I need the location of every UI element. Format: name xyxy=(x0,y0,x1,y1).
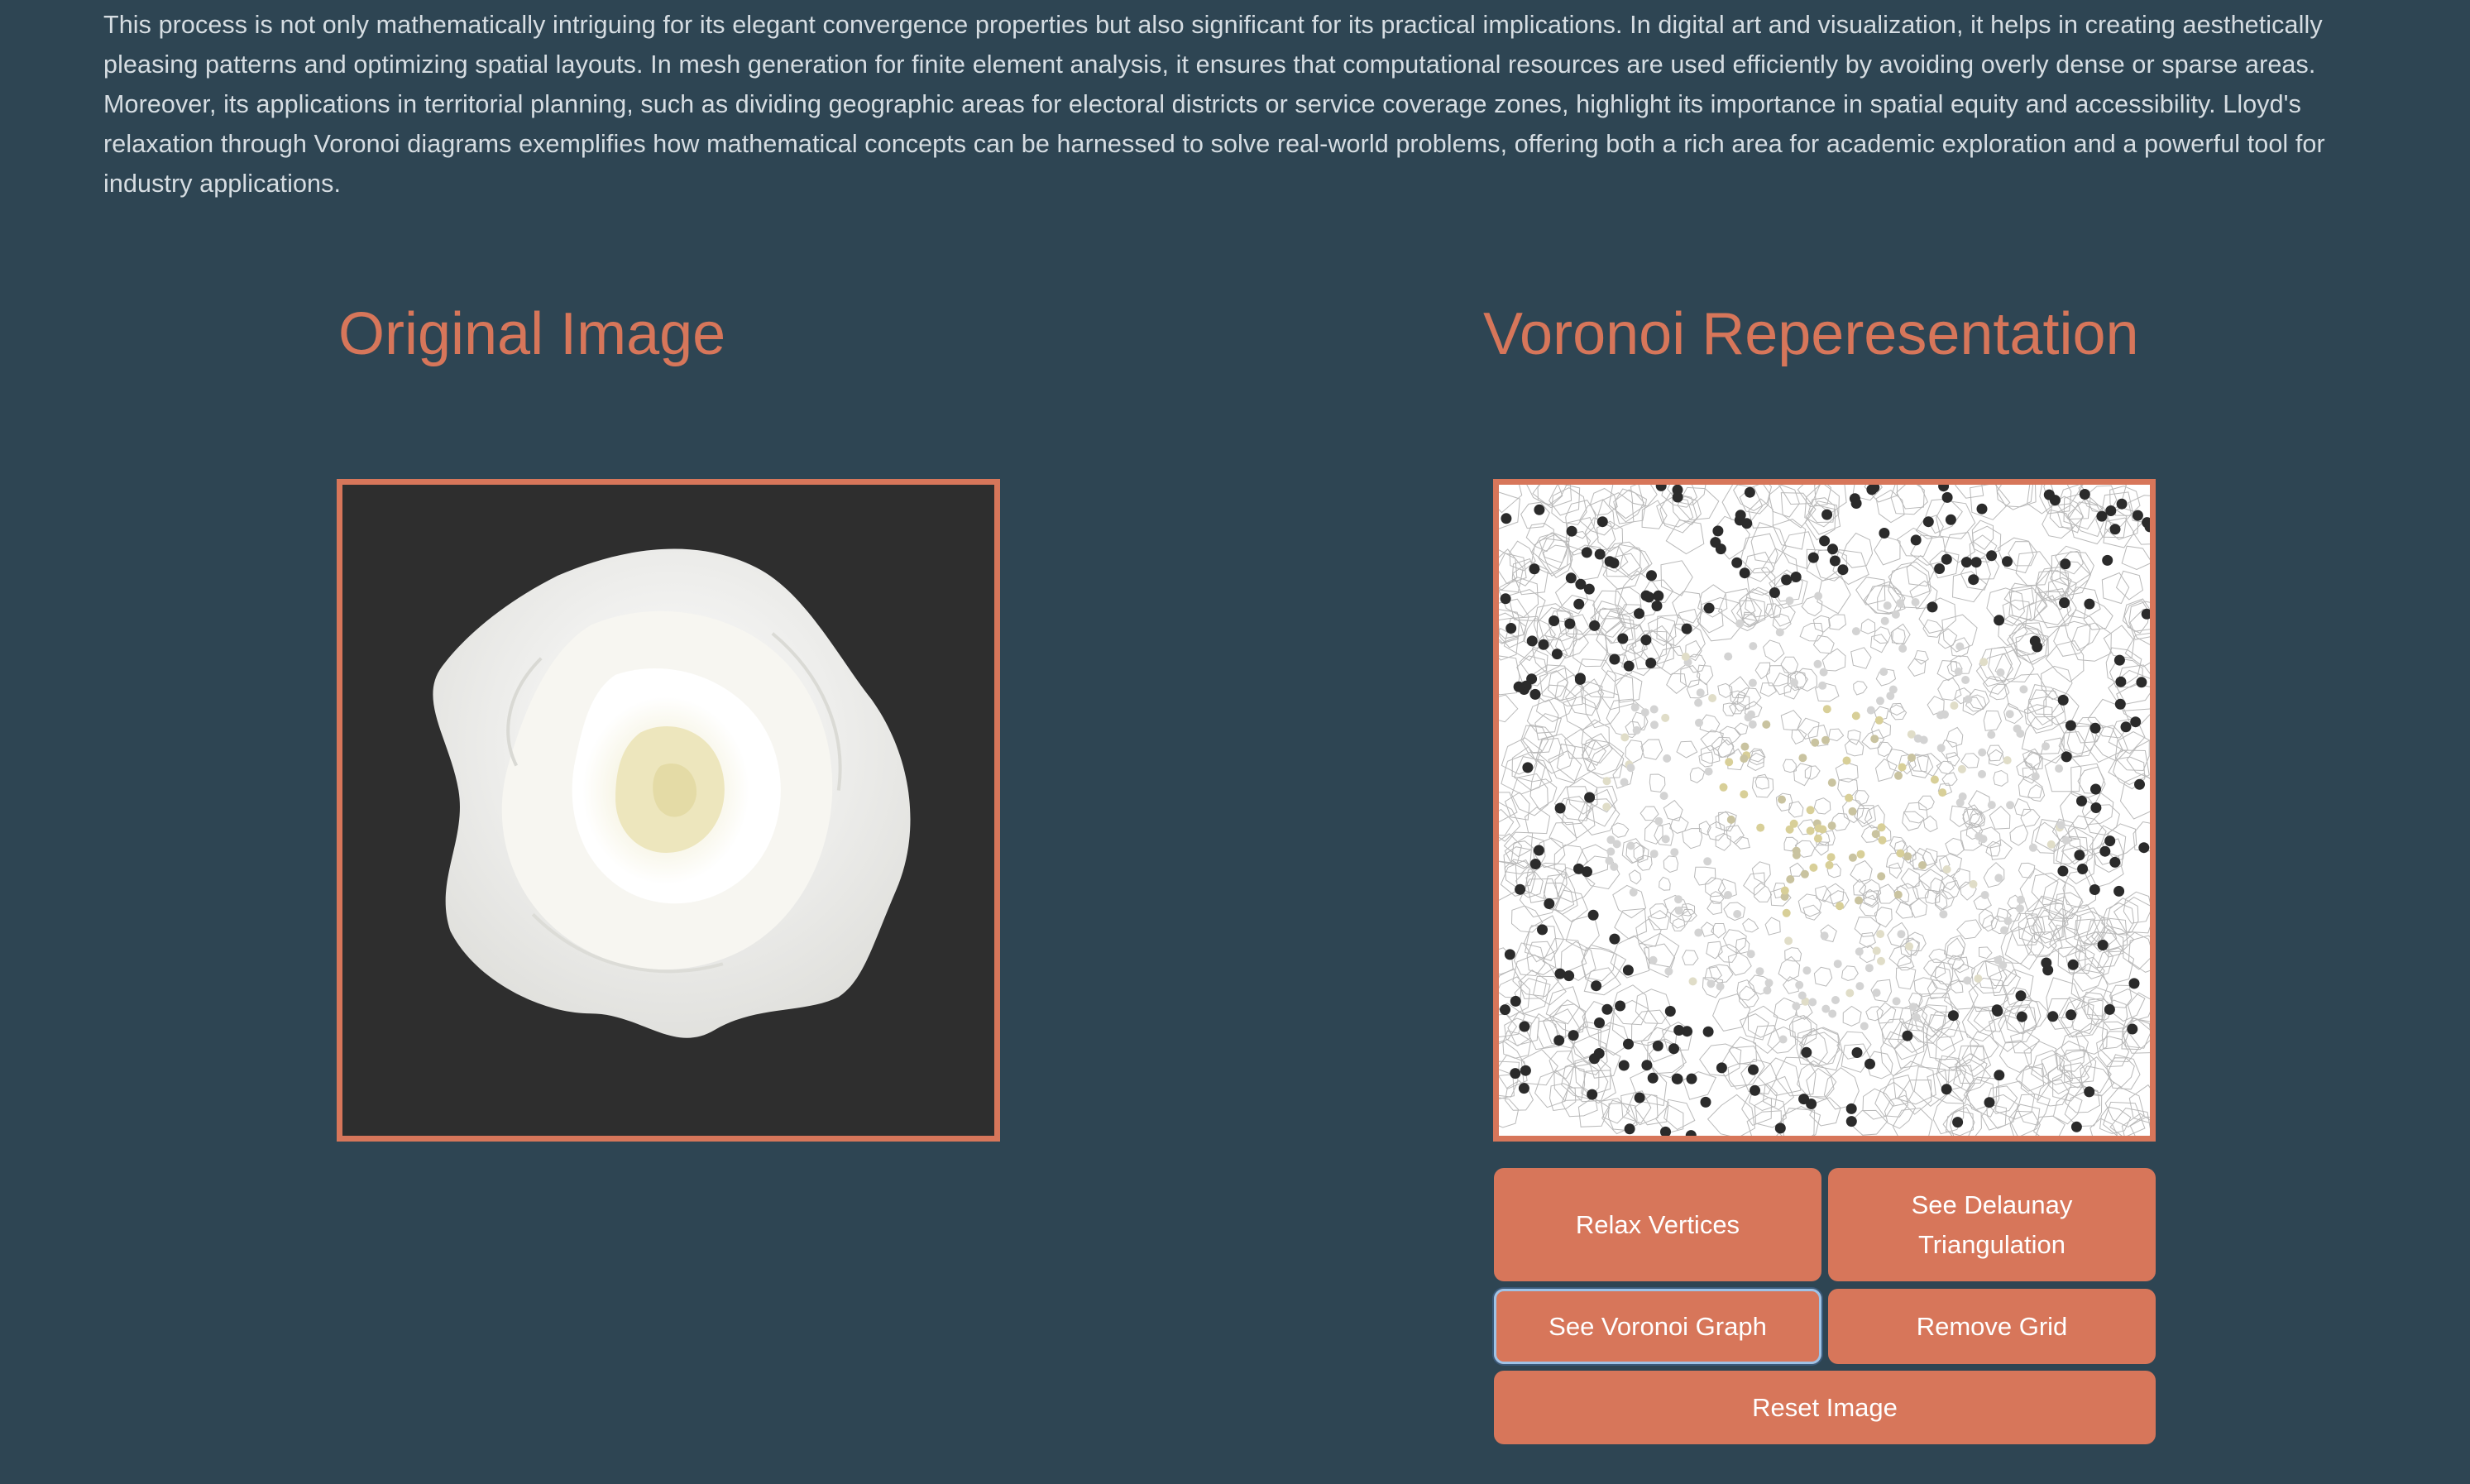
intro-paragraph: This process is not only mathematically … xyxy=(103,11,2325,198)
white-rose-image xyxy=(433,548,911,1038)
voronoi-image-frame xyxy=(1493,479,2156,1142)
voronoi-cell-edges xyxy=(1499,485,2150,1136)
voronoi-representation-title: Voronoi Reperesentation xyxy=(1483,301,2139,367)
voronoi-graph-button[interactable]: See Voronoi Graph xyxy=(1494,1289,1821,1364)
relax-vertices-button[interactable]: Relax Vertices xyxy=(1494,1168,1821,1281)
original-image-title: Original Image xyxy=(338,301,726,367)
original-image-frame xyxy=(337,479,1000,1142)
reset-image-button[interactable]: Reset Image xyxy=(1494,1371,2156,1444)
delaunay-triangulation-button[interactable]: See Delaunay Triangulation xyxy=(1828,1168,2156,1281)
remove-grid-button[interactable]: Remove Grid xyxy=(1828,1289,2156,1364)
voronoi-diagram-image xyxy=(1499,485,2150,1136)
